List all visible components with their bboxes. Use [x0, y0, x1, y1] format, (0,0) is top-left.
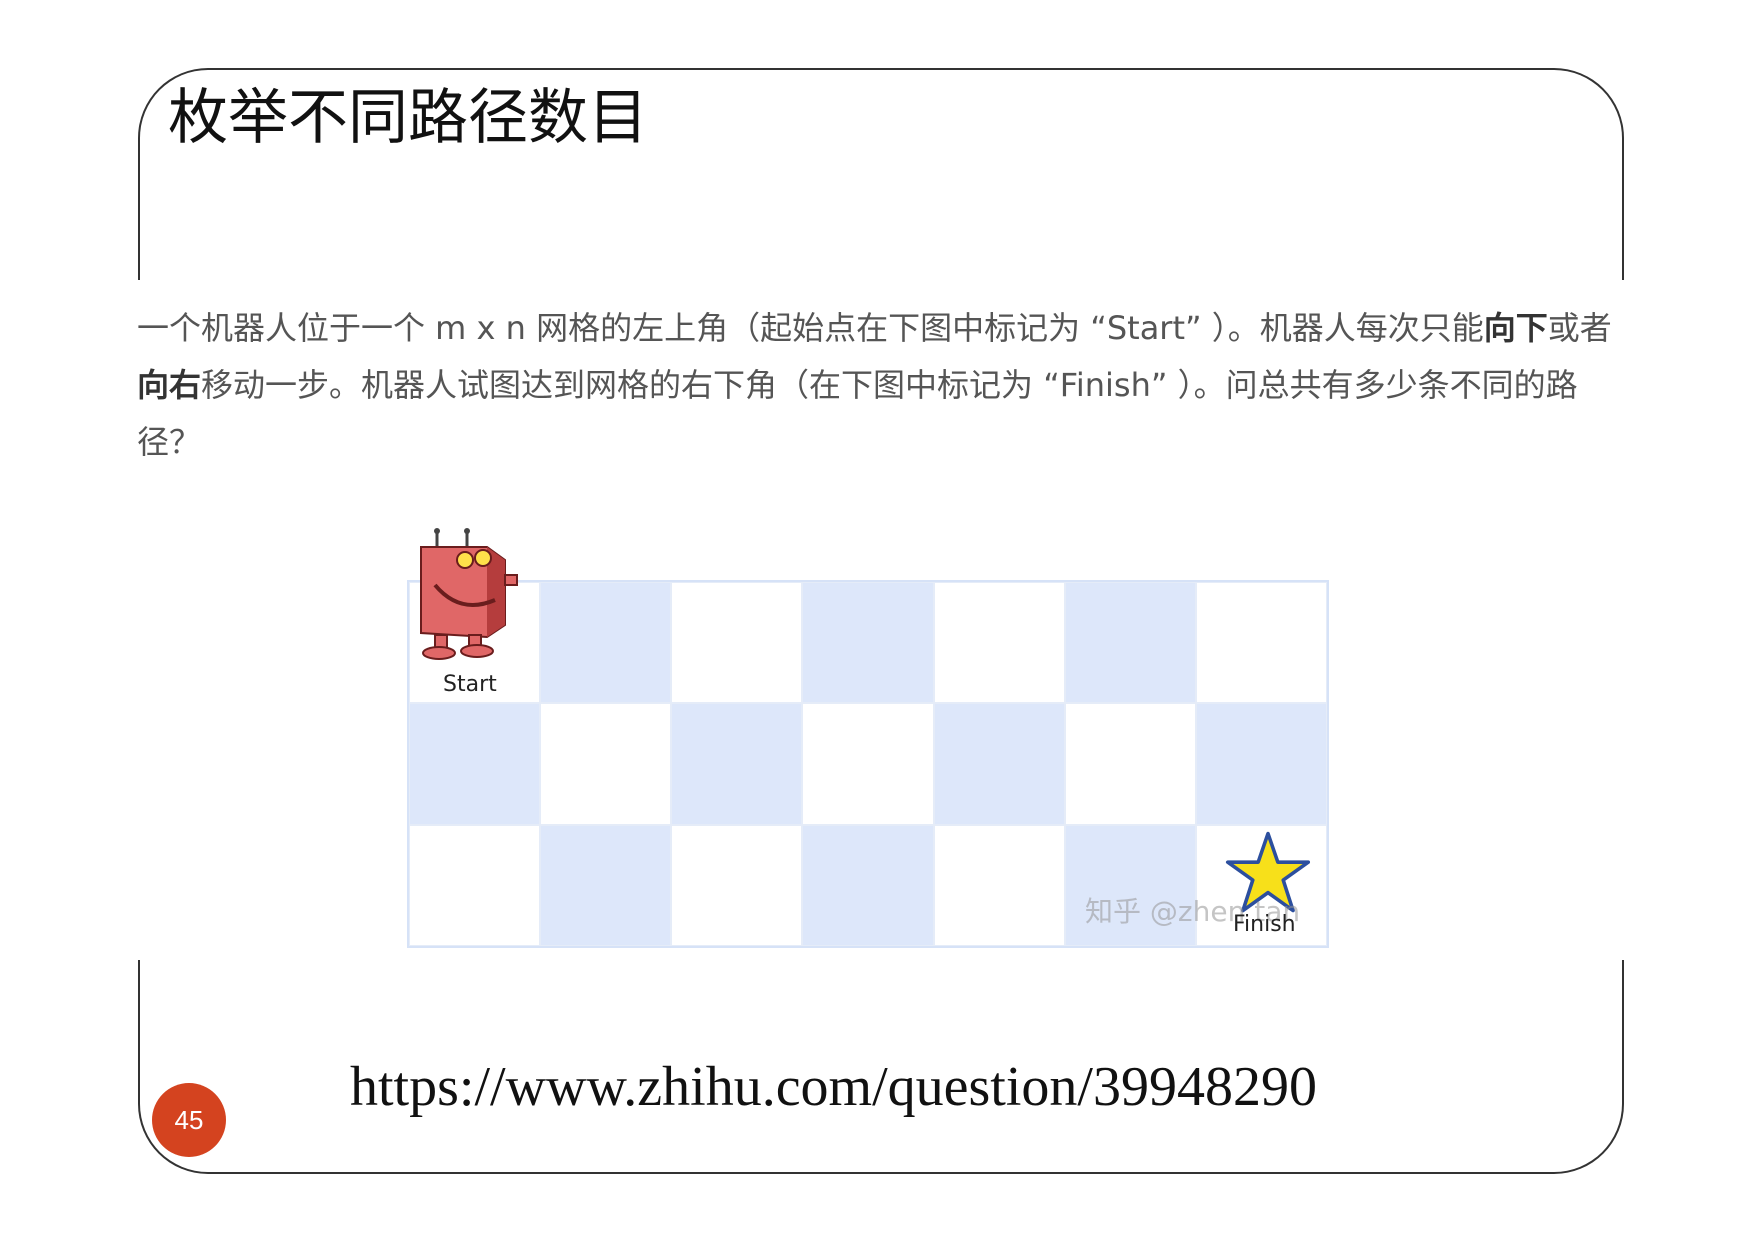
grid-cell [1195, 582, 1327, 704]
grid-cell [409, 824, 541, 946]
grid-cell [802, 582, 934, 704]
grid-cell [1064, 582, 1196, 704]
grid-cell [671, 703, 803, 825]
robot-icon [420, 528, 518, 660]
problem-description: 一个机器人位于一个 m x n 网格的左上角（起始点在下图中标记为 “Start… [137, 300, 1627, 471]
grid-cell [802, 703, 934, 825]
grid-cell [802, 824, 934, 946]
grid-cell [671, 582, 803, 704]
page-number-badge: 45 [152, 1083, 226, 1157]
problem-bold-down: 向下 [1483, 309, 1548, 347]
grid-cell [1195, 703, 1327, 825]
grid-cell [409, 703, 541, 825]
grid-cell [933, 824, 1065, 946]
grid-cell [540, 703, 672, 825]
grid-cell [1064, 703, 1196, 825]
grid-cell [933, 703, 1065, 825]
grid-cell [671, 824, 803, 946]
problem-screenshot: 一个机器人位于一个 m x n 网格的左上角（起始点在下图中标记为 “Start… [125, 280, 1630, 960]
problem-text-3: 移动一步。机器人试图达到网格的右下角（在下图中标记为 “Finish” ）。问总… [137, 366, 1578, 461]
problem-text-2: 或者 [1547, 309, 1612, 347]
problem-text-1: 一个机器人位于一个 m x n 网格的左上角（起始点在下图中标记为 “Start… [137, 309, 1484, 347]
problem-bold-right: 向右 [137, 366, 202, 404]
grid-cell [933, 582, 1065, 704]
grid-cell [540, 582, 672, 704]
start-label: Start [443, 672, 497, 697]
finish-label: Finish [1233, 912, 1296, 937]
grid-cell [540, 824, 672, 946]
slide-title: 枚举不同路径数目 [168, 83, 648, 153]
source-url[interactable]: https://www.zhihu.com/question/39948290 [350, 1055, 1317, 1119]
